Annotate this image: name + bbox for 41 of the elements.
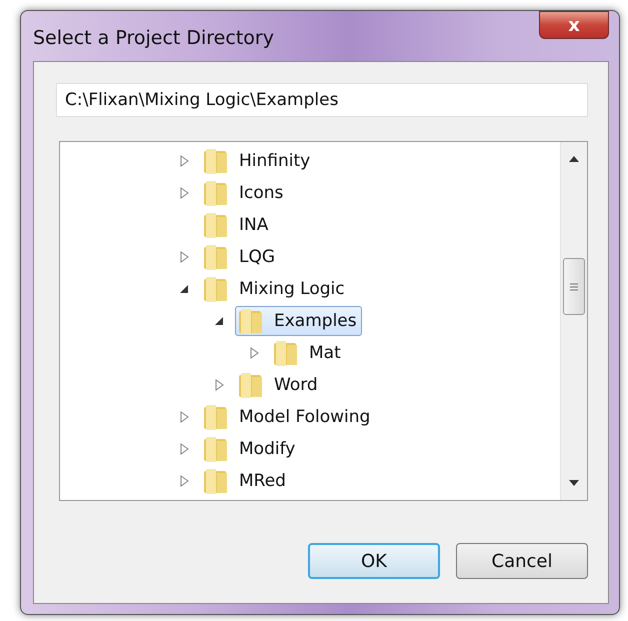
close-button[interactable]: x [539,11,609,39]
collapse-arrow-icon[interactable] [213,315,225,327]
folder-icon [203,467,229,495]
expand-arrow-icon[interactable] [178,443,190,455]
expand-arrow-icon[interactable] [178,251,190,263]
scrollbar[interactable] [560,142,587,500]
window-title: Select a Project Directory [33,27,274,49]
folder-icon [203,179,229,207]
folder-icon [238,307,264,335]
expand-arrow-icon[interactable] [178,475,190,487]
folder-icon [203,211,229,239]
cancel-button[interactable]: Cancel [456,543,588,579]
expand-arrow-icon[interactable] [178,187,190,199]
tree-item[interactable]: Mat [270,338,346,368]
tree-item[interactable]: Examples [235,306,362,336]
folder-icon [203,435,229,463]
expand-arrow-icon[interactable] [178,411,190,423]
expand-arrow-icon[interactable] [248,347,260,359]
collapse-arrow-icon[interactable] [178,283,190,295]
tree-item[interactable]: LQG [200,242,280,272]
folder-icon [203,275,229,303]
tree-item[interactable]: Icons [200,178,288,208]
tree-item[interactable]: Modify [200,434,300,464]
expand-arrow-icon[interactable] [178,155,190,167]
folder-icon [203,403,229,431]
scroll-down-icon[interactable] [569,480,579,486]
tree-item[interactable]: Mixing Logic [200,274,350,304]
folder-icon [273,339,299,367]
folder-icon [238,371,264,399]
scroll-thumb[interactable] [563,258,585,315]
tree-item[interactable]: INA [200,210,274,240]
path-field[interactable]: C:\Flixan\Mixing Logic\Examples [56,83,588,117]
ok-button[interactable]: OK [308,543,440,579]
expand-arrow-icon[interactable] [213,379,225,391]
folder-icon [203,243,229,271]
tree-item[interactable]: Word [235,370,323,400]
scroll-up-icon[interactable] [569,156,579,162]
tree-item[interactable]: MRed [200,466,291,496]
folder-icon [203,147,229,175]
tree-item[interactable]: Hinfinity [200,146,316,176]
tree-item[interactable]: Model Folowing [200,402,376,432]
